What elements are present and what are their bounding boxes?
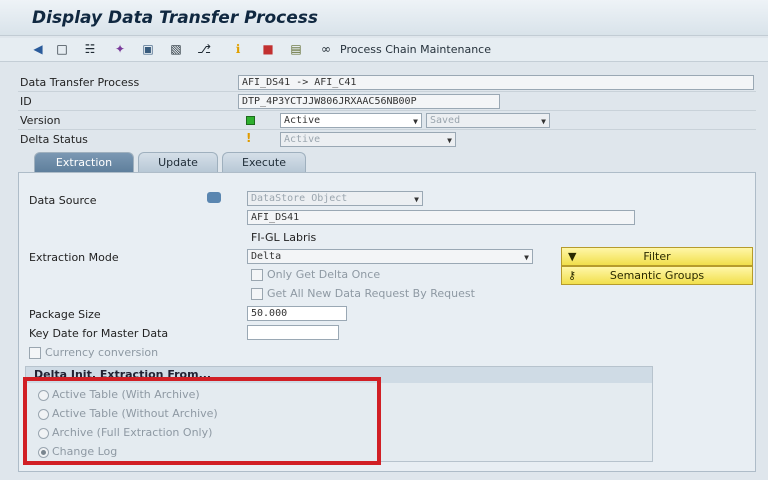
- chevron-down-icon: ▼: [413, 117, 418, 126]
- version-saved-dropdown: Saved ▼: [426, 113, 550, 128]
- tree-icon[interactable]: ⎇: [196, 42, 212, 57]
- get-all-new-data-checkbox[interactable]: [251, 288, 263, 300]
- toolbar: ◀ □ ☵ ✦ ▣ ▧ ⎇ ℹ ■ ▤ ∞ Process Chain Main…: [0, 38, 768, 62]
- structure-icon[interactable]: ▧: [168, 42, 184, 57]
- delta-status-label: Delta Status: [20, 133, 88, 146]
- stop-icon[interactable]: ■: [260, 42, 276, 57]
- screen-icon[interactable]: ▣: [140, 42, 156, 57]
- status-green-icon: [246, 116, 255, 125]
- chevron-down-icon: ▼: [414, 195, 419, 204]
- version-label: Version: [20, 114, 61, 127]
- tab-execute[interactable]: Execute: [222, 152, 306, 172]
- id-label: ID: [20, 95, 32, 108]
- data-source-label: Data Source: [29, 194, 97, 207]
- package-size-label: Package Size: [29, 308, 101, 321]
- chevron-down-icon: ▼: [541, 117, 546, 126]
- process-chain-maintenance-button[interactable]: Process Chain Maintenance: [340, 43, 491, 56]
- tab-update[interactable]: Update: [138, 152, 218, 172]
- version-dropdown[interactable]: Active ▼: [280, 113, 422, 128]
- tab-extraction[interactable]: Extraction: [34, 152, 134, 172]
- display-icon[interactable]: □: [54, 42, 70, 57]
- version-value: Active: [284, 115, 321, 126]
- data-source-type: DataStore Object: [251, 193, 348, 204]
- magic-wand-icon[interactable]: ✦: [112, 42, 128, 57]
- extraction-mode-value: Delta: [251, 251, 282, 262]
- dtp-field[interactable]: AFI_DS41 -> AFI_C41: [238, 75, 754, 90]
- key-date-field[interactable]: [247, 325, 339, 340]
- hierarchy-icon[interactable]: ☵: [82, 42, 98, 57]
- currency-conversion-checkbox[interactable]: [29, 347, 41, 359]
- save-icon[interactable]: ▤: [288, 42, 304, 57]
- divider: [18, 91, 756, 92]
- only-delta-once-label: Only Get Delta Once: [267, 268, 381, 281]
- divider: [18, 129, 756, 130]
- data-source-type-dropdown: DataStore Object ▼: [247, 191, 423, 206]
- currency-conversion-label: Currency conversion: [45, 346, 159, 359]
- glasses-icon[interactable]: ∞: [318, 42, 334, 57]
- dtp-label: Data Transfer Process: [20, 76, 140, 89]
- filter-button[interactable]: ▼ Filter: [561, 247, 753, 266]
- datastore-icon: [207, 192, 221, 203]
- package-size-field[interactable]: 50.000: [247, 306, 347, 321]
- back-arrow-icon[interactable]: ◀: [30, 42, 46, 57]
- data-source-description: FI-GL Labris: [251, 231, 317, 244]
- warning-icon: !: [246, 131, 252, 145]
- semantic-groups-label: Semantic Groups: [609, 269, 705, 282]
- semantic-groups-button[interactable]: ⚷ Semantic Groups: [561, 266, 753, 285]
- delta-status-value: Active: [284, 134, 321, 145]
- version-saved-value: Saved: [430, 115, 461, 126]
- get-all-new-data-label: Get All New Data Request By Request: [267, 287, 475, 300]
- only-delta-once-checkbox[interactable]: [251, 269, 263, 281]
- delta-status-dropdown: Active ▼: [280, 132, 456, 147]
- filter-icon: ▼: [568, 250, 577, 263]
- key-date-label: Key Date for Master Data: [29, 327, 169, 340]
- divider: [18, 110, 756, 111]
- id-field[interactable]: DTP_4P3YCTJJW806JRXAAC56NB00P: [238, 94, 500, 109]
- info-icon[interactable]: ℹ: [230, 42, 246, 57]
- highlight-box: [23, 377, 381, 465]
- title-bar: Display Data Transfer Process: [0, 0, 768, 36]
- chevron-down-icon: ▼: [524, 253, 529, 262]
- data-source-name-field[interactable]: AFI_DS41: [247, 210, 635, 225]
- chevron-down-icon: ▼: [447, 136, 452, 145]
- filter-button-label: Filter: [643, 250, 671, 263]
- extraction-mode-label: Extraction Mode: [29, 251, 119, 264]
- key-icon: ⚷: [568, 269, 577, 282]
- extraction-mode-dropdown[interactable]: Delta ▼: [247, 249, 533, 264]
- page-title: Display Data Transfer Process: [32, 8, 318, 28]
